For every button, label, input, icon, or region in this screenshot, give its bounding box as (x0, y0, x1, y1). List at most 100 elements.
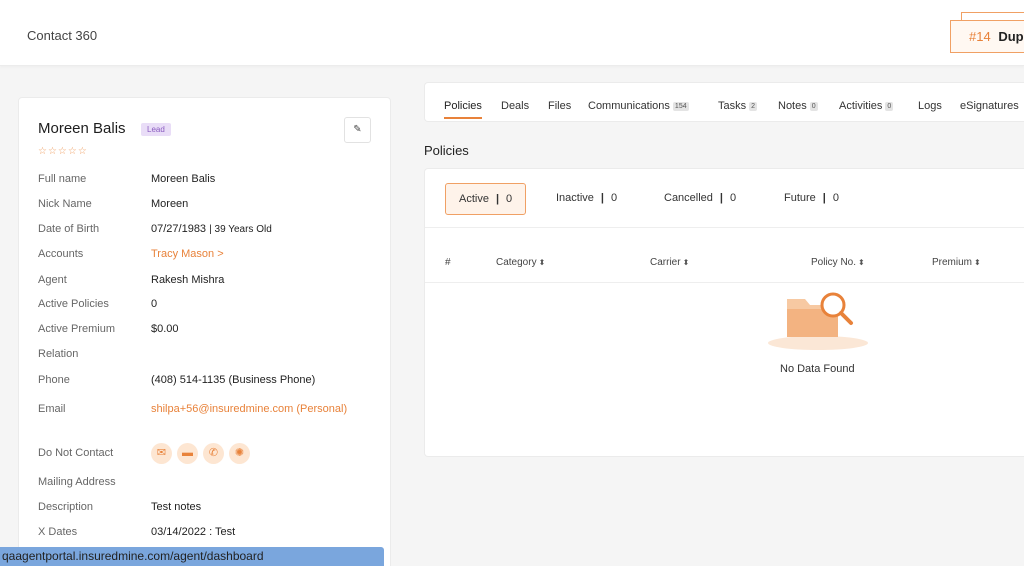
column-policy-no[interactable]: Policy No. ⬍ (811, 257, 865, 268)
tab-logs[interactable]: Logs (918, 100, 942, 112)
field-label: Active Premium (38, 323, 116, 335)
filter-label: Active (459, 193, 489, 205)
sort-icon[interactable]: ⬍ (683, 258, 690, 267)
filter-count: 0 (611, 192, 618, 204)
filter-count: 0 (730, 192, 737, 204)
column-premium[interactable]: Premium ⬍ (932, 257, 981, 268)
filter-label: Future (784, 192, 816, 204)
field-label: Full name (38, 173, 87, 185)
duplicate-button[interactable]: #14 Dupl (950, 20, 1024, 53)
mail-icon[interactable]: ✉ (151, 443, 172, 464)
policies-card: Active | 0 Inactive | 0 Cancelled | 0 Future | 0… (424, 168, 1024, 457)
field-label: X Dates (38, 526, 78, 538)
filter-count: 0 (506, 193, 513, 205)
tab-label: Communications (588, 100, 670, 112)
email-link[interactable]: shilpa+56@insuredmine.com (Personal) (151, 403, 347, 415)
filter-count: 0 (832, 192, 839, 204)
top-bar: Contact 360 #14 Dupl (0, 0, 1024, 66)
tab-label: eSignatures (960, 100, 1019, 112)
lead-badge: Lead (141, 123, 171, 136)
tab-esignatures[interactable]: eSignatures (960, 100, 1019, 112)
page-title: Contact 360 (27, 28, 98, 43)
tab-label: Policies (444, 100, 482, 112)
tab-count: 0 (809, 101, 818, 111)
tab-tasks[interactable]: Tasks 2 (718, 100, 758, 112)
divider (425, 227, 1024, 228)
dob-value: 07/27/1983 (151, 223, 207, 235)
filter-future[interactable]: Future | 0 (784, 183, 839, 215)
column-label: # (445, 257, 451, 268)
sort-icon[interactable]: ⬍ (974, 258, 981, 267)
column-category[interactable]: Category ⬍ (496, 257, 545, 268)
tab-count: 154 (672, 101, 689, 111)
rating-stars[interactable]: ☆☆☆☆☆ (38, 146, 88, 157)
phone-value[interactable]: (408) 514-1135 (Business Phone) (151, 374, 315, 386)
duplicate-number: #14 (969, 29, 991, 44)
tab-label: Deals (501, 100, 530, 112)
tab-files[interactable]: Files (548, 100, 571, 112)
tab-deals[interactable]: Deals (501, 100, 529, 112)
duplicate-label: Dupl (998, 29, 1024, 44)
edit-button[interactable]: ✎ (344, 117, 371, 143)
browser-status-url: qaagentportal.insuredmine.com/agent/dash… (0, 547, 384, 566)
settings-icon[interactable]: ✺ (229, 443, 250, 464)
filter-separator: | (495, 193, 500, 205)
filter-separator: | (719, 192, 723, 204)
column-label: Premium (932, 257, 973, 268)
filter-label: Cancelled (664, 192, 713, 204)
sort-icon[interactable]: ⬍ (858, 258, 865, 267)
empty-state-text: No Data Found (780, 363, 855, 375)
column-number: # (445, 257, 451, 268)
chat-icon[interactable]: ▬ (177, 443, 198, 464)
empty-folder-search-icon (768, 292, 868, 350)
sort-icon[interactable]: ⬍ (539, 258, 546, 267)
field-value: $0.00 (151, 323, 179, 335)
tab-activities[interactable]: Activities 0 (839, 100, 894, 112)
tabs-bar: Policies Deals Files Communications 154 T… (424, 82, 1024, 122)
field-label: Active Policies (38, 298, 109, 310)
filter-label: Inactive (556, 192, 594, 204)
tab-count: 2 (749, 101, 758, 111)
tab-label: Logs (918, 100, 942, 112)
filter-separator: | (822, 192, 826, 204)
dnc-icons: ✉ ▬ ✆ ✺ (151, 443, 250, 464)
filter-active[interactable]: Active | 0 (445, 183, 527, 215)
column-label: Category (496, 257, 537, 268)
accounts-link[interactable]: Tracy Mason > (151, 248, 224, 260)
tab-label: Tasks (718, 100, 747, 112)
field-value: 03/14/2022 : Test (151, 526, 236, 538)
section-title: Policies (424, 143, 469, 158)
field-label: Agent (38, 274, 67, 286)
filter-separator: | (600, 192, 604, 204)
contact-name: Moreen Balis (38, 120, 126, 137)
field-label: Do Not Contact (38, 447, 114, 459)
pencil-icon: ✎ (353, 124, 362, 135)
column-label: Carrier (650, 257, 681, 268)
field-label: Date of Birth (38, 223, 100, 235)
tab-notes[interactable]: Notes 0 (778, 100, 818, 112)
field-label: Mailing Address (38, 476, 116, 488)
tab-label: Files (548, 100, 572, 112)
tab-label: Activities (839, 100, 883, 112)
field-value: Rakesh Mishra (151, 274, 225, 286)
filter-cancelled[interactable]: Cancelled | 0 (664, 183, 736, 215)
field-label: Nick Name (38, 198, 92, 210)
age-value: | 39 Years Old (209, 224, 272, 235)
field-value: 07/27/1983 | 39 Years Old (151, 223, 272, 235)
field-label: Email (38, 403, 66, 415)
tab-policies[interactable]: Policies (444, 100, 482, 119)
field-value: Test notes (151, 501, 202, 513)
tab-count: 0 (885, 101, 894, 111)
divider (425, 282, 1024, 283)
column-carrier[interactable]: Carrier ⬍ (650, 257, 689, 268)
field-label: Relation (38, 348, 79, 360)
filter-inactive[interactable]: Inactive | 0 (556, 183, 617, 215)
column-label: Policy No. (811, 257, 857, 268)
field-label: Description (38, 501, 94, 513)
tab-label: Notes (778, 100, 807, 112)
tab-communications[interactable]: Communications 154 (588, 100, 689, 112)
field-label: Accounts (38, 248, 84, 260)
field-value: Moreen Balis (151, 173, 216, 185)
phone-icon[interactable]: ✆ (203, 443, 224, 464)
field-label: Phone (38, 374, 70, 386)
